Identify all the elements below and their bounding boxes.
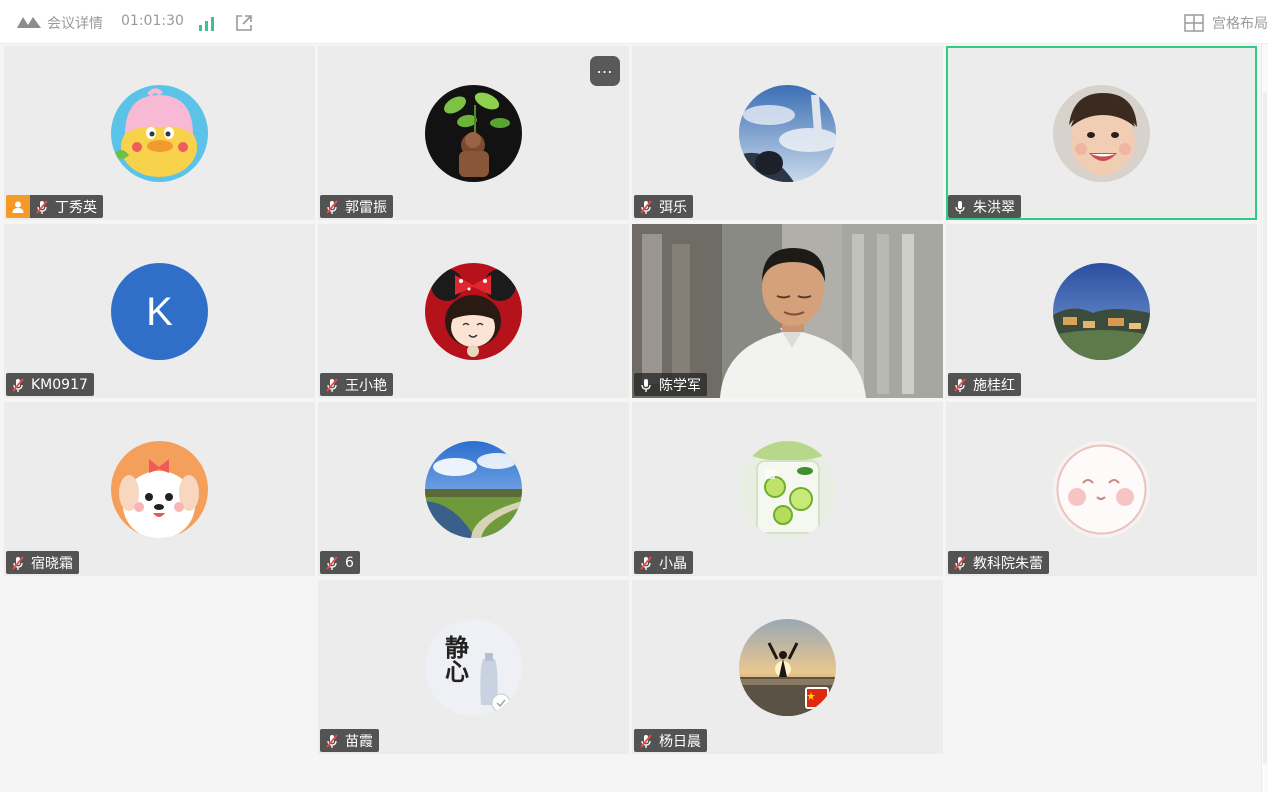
app-logo-icon [17,17,41,28]
mic-muted-icon [640,199,652,214]
participant-name: 朱洪翠 [973,199,1015,216]
mic-on-icon [641,378,651,392]
network-signal-icon[interactable] [198,15,216,31]
mic-muted-icon [640,733,652,748]
participant-name-tag: 教科院朱蕾 [948,551,1049,574]
participant-tile[interactable]: 6 [318,402,629,576]
participant-name: 苗霞 [345,733,373,750]
participant-name-tag: 施桂红 [948,373,1021,396]
participant-tile[interactable]: 弭乐 [632,46,943,220]
participant-name: 丁秀英 [55,199,97,216]
participant-name-tag: 小晶 [634,551,693,574]
participant-name-tag: 弭乐 [634,195,693,218]
grid-layout-label: 宫格布局 [1212,16,1268,32]
participant-name-tag: KM0917 [6,373,94,396]
participant-name-tag: 宿晓霜 [6,551,79,574]
participant-tile[interactable]: 教科院朱蕾 [946,402,1257,576]
participant-name: 杨日晨 [659,733,701,750]
participant-name-tag: 苗霞 [320,729,379,752]
participant-name: 6 [345,554,354,571]
plant-figurine-avatar [425,85,522,182]
mic-muted-icon [326,199,338,214]
meeting-elapsed-time: 01:01:30 [121,13,184,29]
participant-name-tag: 陈学军 [634,373,707,396]
mic-muted-icon [326,555,338,570]
more-options-button[interactable]: … [590,56,620,86]
participant-tile[interactable]: … 郭雷振 [318,46,629,220]
host-badge [6,195,30,218]
participant-tile[interactable]: 静心 苗霞 [318,580,629,754]
participant-name: KM0917 [31,376,88,393]
mic-muted-icon [12,377,24,392]
participant-tile-video[interactable]: 陈学军 [632,224,943,398]
night-town-avatar [1053,263,1150,360]
participant-tile[interactable]: 小晶 [632,402,943,576]
participant-name-tag: 6 [320,551,360,574]
participant-tile[interactable]: K KM0917 [4,224,315,398]
more-dots-icon: … [596,58,614,77]
calligraphy-text: 静心 [441,635,470,683]
mic-muted-icon [640,555,652,570]
participant-name: 小晶 [659,555,687,572]
puppy-cartoon-avatar [111,441,208,538]
participant-name-tag: 杨日晨 [634,729,707,752]
mic-on-icon [955,200,965,214]
participant-name: 王小艳 [345,377,387,394]
grid-layout-button[interactable]: 宫格布局 [1184,11,1268,35]
sunset-silhouette-avatar [739,619,836,716]
participant-tile[interactable]: 宿晓霜 [4,402,315,576]
participant-name-tag: 王小艳 [320,373,393,396]
mic-muted-icon [12,555,24,570]
avatar-letter: K [146,290,173,334]
participant-name: 宿晓霜 [31,555,73,572]
participant-tile[interactable]: 丁秀英 [4,46,315,220]
blush-face-avatar [1053,441,1150,538]
mic-muted-icon [326,733,338,748]
participant-video-feed [632,224,943,398]
mic-muted-icon [326,377,338,392]
participant-name: 教科院朱蕾 [973,555,1043,572]
duck-cartoon-avatar [111,85,208,182]
mic-muted-icon [36,199,48,214]
airplane-window-sky-avatar [739,85,836,182]
scrollbar-thumb[interactable] [1263,92,1267,764]
calligraphy-vase-avatar: 静心 [425,619,522,716]
mic-muted-icon [954,555,966,570]
participant-tile[interactable]: 王小艳 [318,224,629,398]
participant-tile-active-speaker[interactable]: 朱洪翠 [946,46,1257,220]
river-landscape-avatar [425,441,522,538]
toddler-photo-avatar [1053,85,1150,182]
participant-name-tag: 朱洪翠 [948,195,1021,218]
participant-name-tag: 郭雷振 [320,195,393,218]
participant-tile[interactable]: 施桂红 [946,224,1257,398]
participant-name: 施桂红 [973,377,1015,394]
participant-name-tag: 丁秀英 [6,195,103,218]
grid-layout-icon [1184,14,1204,32]
top-bar: 会议详情 01:01:30 宫格布局 [0,0,1268,44]
share-external-icon[interactable] [234,13,254,33]
meeting-details-link[interactable]: 会议详情 [47,13,103,33]
mic-muted-icon [954,377,966,392]
lime-drink-avatar [739,441,836,538]
host-user-icon [12,201,24,213]
letter-avatar: K [111,263,208,360]
participant-name: 郭雷振 [345,199,387,216]
participant-name: 陈学军 [659,377,701,394]
cartoon-girl-bow-avatar [425,263,522,360]
participant-name: 弭乐 [659,199,687,216]
participant-tile[interactable]: 杨日晨 [632,580,943,754]
